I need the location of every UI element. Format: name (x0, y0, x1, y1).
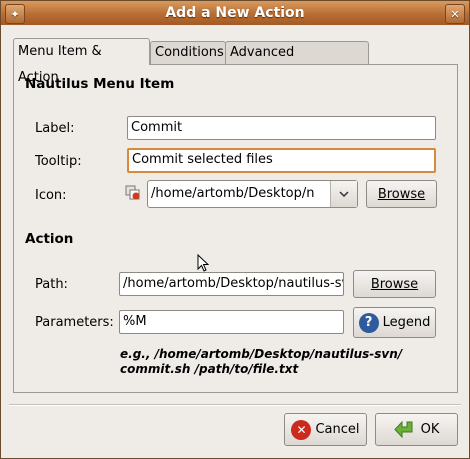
icon-browse-label: Browse (377, 186, 426, 202)
icon-field-label: Icon: (35, 188, 67, 203)
cancel-label: Cancel (315, 422, 360, 437)
label-field-label: Label: (35, 121, 75, 136)
footer-separator (9, 404, 461, 406)
dialog-window: ✦ Add a New Action ✕ Menu Item & Action … (0, 0, 470, 459)
close-window-icon[interactable]: ✕ (445, 4, 465, 24)
hint-line-1: e.g., /home/artomb/Desktop/nautilus-svn/ (120, 347, 403, 361)
chevron-down-icon[interactable] (330, 181, 357, 207)
hint-line-2: commit.sh /path/to/file.txt (120, 362, 299, 376)
ok-arrow-icon (393, 420, 416, 440)
window-menu-icon[interactable]: ✦ (5, 4, 25, 24)
title-bar[interactable]: ✦ Add a New Action ✕ (1, 1, 469, 25)
tooltip-input[interactable]: Commit selected files (127, 148, 436, 173)
tab-panel: Nautilus Menu Item Label: Commit Tooltip… (13, 64, 458, 393)
path-browse-button[interactable]: Browse (353, 270, 436, 298)
legend-label: Legend (382, 315, 431, 330)
path-browse-label: Browse (370, 276, 419, 292)
ok-button[interactable]: OK (375, 413, 458, 446)
tab-advanced-conditions[interactable]: Advanced Conditions (225, 41, 369, 82)
tooltip-field-label: Tooltip: (35, 154, 82, 169)
help-icon: ? (358, 312, 379, 333)
legend-button[interactable]: ? Legend (353, 307, 436, 338)
icon-combo[interactable]: /home/artomb/Desktop/n (147, 180, 358, 208)
icon-path-value: /home/artomb/Desktop/n (151, 186, 315, 201)
window-title: Add a New Action (165, 5, 305, 21)
label-input[interactable]: Commit (127, 116, 436, 140)
action-section-title: Action (25, 231, 74, 247)
ok-label: OK (420, 422, 440, 437)
path-input[interactable]: /home/artomb/Desktop/nautilus-sv (119, 272, 344, 296)
cancel-icon: ✕ (291, 419, 312, 440)
mouse-pointer-icon (197, 253, 210, 276)
tab-menu-item-action[interactable]: Menu Item & Action (13, 38, 150, 85)
path-field-label: Path: (35, 277, 68, 292)
icon-browse-button[interactable]: Browse (366, 180, 437, 208)
parameters-field-label: Parameters: (35, 315, 114, 330)
parameters-input[interactable]: %M (119, 310, 344, 334)
cancel-button[interactable]: ✕ Cancel (284, 413, 367, 446)
parameters-hint: e.g., /home/artomb/Desktop/nautilus-svn/… (120, 347, 402, 377)
icon-preview-icon (125, 184, 141, 200)
tab-conditions[interactable]: Conditions (150, 41, 226, 64)
